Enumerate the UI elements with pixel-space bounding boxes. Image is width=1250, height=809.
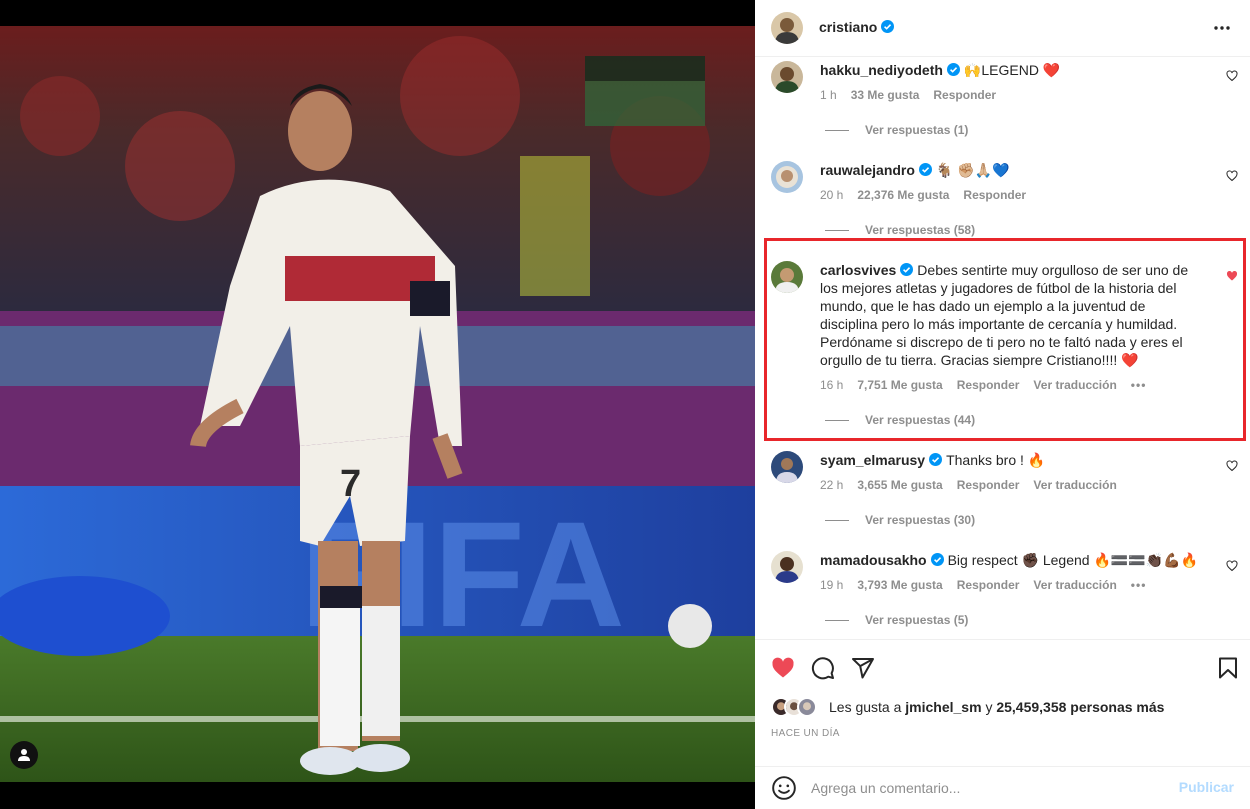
view-replies-button[interactable]: Ver respuestas (58): [825, 223, 975, 237]
comment-username[interactable]: rauwalejandro: [820, 162, 932, 178]
comment-reply-button[interactable]: Responder: [957, 578, 1020, 592]
replies-divider: [825, 619, 849, 621]
liker-avatars: [771, 697, 823, 717]
comment-meta: 1 h 33 Me gusta Responder: [820, 88, 1010, 102]
comment-body: hakku_nediyodeth 🙌LEGEND ❤️: [820, 61, 1205, 79]
author-username[interactable]: cristiano: [819, 19, 895, 35]
verified-badge-icon: [929, 453, 943, 466]
view-replies-button[interactable]: Ver respuestas (44): [825, 413, 975, 427]
comment-likes[interactable]: 3,793 Me gusta: [857, 578, 942, 592]
comment-time: 16 h: [820, 378, 844, 392]
comment-avatar[interactable]: [771, 451, 803, 483]
comment-liked-heart-icon[interactable]: [1226, 270, 1238, 282]
comment-translate-button[interactable]: Ver traducción: [1033, 378, 1116, 392]
comment-body: carlosvives Debes sentirte muy orgulloso …: [820, 261, 1205, 369]
comment-avatar[interactable]: [771, 61, 803, 93]
comment-reply-button[interactable]: Responder: [933, 88, 996, 102]
verified-badge-icon: [946, 63, 960, 76]
likes-and: y: [985, 699, 993, 715]
comment-like-heart-icon[interactable]: [1226, 560, 1238, 572]
comment-translate-button[interactable]: Ver traducción: [1033, 478, 1116, 492]
comment-time: 1 h: [820, 88, 837, 102]
post-header: cristiano: [755, 0, 1250, 57]
comment-like-heart-icon[interactable]: [1226, 460, 1238, 472]
comment-time: 20 h: [820, 188, 844, 202]
comment-avatar[interactable]: [771, 551, 803, 583]
post-photo-panel: FIFA 7: [0, 0, 755, 809]
view-replies-label: Ver respuestas (1): [865, 123, 969, 137]
verified-badge-icon: [881, 20, 895, 33]
comment-time: 19 h: [820, 578, 844, 592]
like-heart-icon[interactable]: [771, 656, 795, 680]
comment-body: syam_elmarusy Thanks bro ! 🔥: [820, 451, 1205, 469]
likes-user-link[interactable]: jmichel_sm: [905, 699, 981, 715]
comment-like-heart-icon[interactable]: [1226, 70, 1238, 82]
comment-username[interactable]: syam_elmarusy: [820, 452, 943, 468]
comment-input[interactable]: [811, 775, 1161, 801]
comment-reply-button[interactable]: Responder: [957, 378, 1020, 392]
post-image-illustration: FIFA 7: [0, 26, 755, 782]
comment-time: 22 h: [820, 478, 844, 492]
author-avatar[interactable]: [771, 12, 803, 44]
likes-others-link[interactable]: 25,459,358 personas más: [996, 699, 1164, 715]
comment-body: mamadousakho Big respect ✊🏿 Legend 🔥🟰🟰👏🏿💪…: [820, 551, 1205, 569]
verified-badge-icon: [930, 553, 944, 566]
post-side-panel: cristiano hakku_nediyodeth 🙌LEGEND ❤️ 1 h…: [755, 0, 1250, 809]
replies-divider: [825, 229, 849, 231]
comment-likes[interactable]: 3,655 Me gusta: [857, 478, 942, 492]
comment-translate-button[interactable]: Ver traducción: [1033, 578, 1116, 592]
comment-likes[interactable]: 22,376 Me gusta: [857, 188, 949, 202]
tagged-user-icon[interactable]: [10, 741, 38, 769]
share-icon[interactable]: [851, 656, 875, 680]
view-replies-label: Ver respuestas (30): [865, 513, 976, 527]
comment-body: rauwalejandro 🐐 ✊🏼🙏🏼💙: [820, 161, 1205, 179]
comment-avatar[interactable]: [771, 261, 803, 293]
view-replies-label: Ver respuestas (58): [865, 223, 976, 237]
publish-button[interactable]: Publicar: [1179, 779, 1234, 795]
verified-badge-icon: [900, 263, 914, 276]
add-comment-bar: Publicar: [755, 766, 1250, 809]
comment-text: Big respect ✊🏿 Legend 🔥🟰🟰👏🏿💪🏾🔥: [947, 552, 1199, 568]
comment-meta: 16 h 7,751 Me gusta Responder Ver traduc…: [820, 378, 1160, 392]
comment-meta: 22 h 3,655 Me gusta Responder Ver traduc…: [820, 478, 1131, 492]
comment-username[interactable]: hakku_nediyodeth: [820, 62, 960, 78]
comment-icon[interactable]: [811, 656, 835, 680]
comment-meta: 19 h 3,793 Me gusta Responder Ver traduc…: [820, 578, 1160, 592]
comment-more-options[interactable]: •••: [1131, 578, 1147, 592]
comment-reply-button[interactable]: Responder: [957, 478, 1020, 492]
comment-avatar[interactable]: [771, 161, 803, 193]
comment-text: 🙌LEGEND ❤️: [963, 62, 1061, 78]
comment-username[interactable]: mamadousakho: [820, 552, 944, 568]
comment-username[interactable]: carlosvives: [820, 262, 914, 278]
view-replies-label: Ver respuestas (44): [865, 413, 976, 427]
save-bookmark-icon[interactable]: [1216, 656, 1240, 680]
person-icon: [18, 749, 30, 761]
replies-divider: [825, 129, 849, 131]
comment-text: Thanks bro ! 🔥: [946, 452, 1046, 468]
comment-meta: 20 h 22,376 Me gusta Responder: [820, 188, 1040, 202]
post-actions: Les gusta a jmichel_sm y 25,459,358 pers…: [755, 639, 1250, 809]
verified-badge-icon: [918, 163, 932, 176]
svg-text:7: 7: [340, 463, 361, 505]
comments-list[interactable]: hakku_nediyodeth 🙌LEGEND ❤️ 1 h 33 Me gus…: [755, 57, 1250, 639]
emoji-icon[interactable]: [771, 775, 797, 801]
replies-divider: [825, 519, 849, 521]
comment-text: 🐐 ✊🏼🙏🏼💙: [935, 162, 1010, 178]
view-replies-button[interactable]: Ver respuestas (1): [825, 123, 968, 137]
comment-likes[interactable]: 7,751 Me gusta: [857, 378, 942, 392]
replies-divider: [825, 419, 849, 421]
view-replies-button[interactable]: Ver respuestas (30): [825, 513, 975, 527]
post-time-ago[interactable]: HACE UN DÍA: [771, 728, 840, 739]
likes-summary: Les gusta a jmichel_sm y 25,459,358 pers…: [771, 697, 1164, 717]
comment-likes[interactable]: 33 Me gusta: [851, 88, 920, 102]
post-image[interactable]: FIFA 7: [0, 26, 755, 782]
view-replies-label: Ver respuestas (5): [865, 613, 969, 627]
more-options-icon[interactable]: [1212, 18, 1232, 38]
comment-like-heart-icon[interactable]: [1226, 170, 1238, 182]
view-replies-button[interactable]: Ver respuestas (5): [825, 613, 968, 627]
comment-more-options[interactable]: •••: [1131, 378, 1147, 392]
comment-reply-button[interactable]: Responder: [963, 188, 1026, 202]
liker-avatar[interactable]: [797, 697, 817, 717]
likes-prefix: Les gusta a: [829, 699, 902, 715]
